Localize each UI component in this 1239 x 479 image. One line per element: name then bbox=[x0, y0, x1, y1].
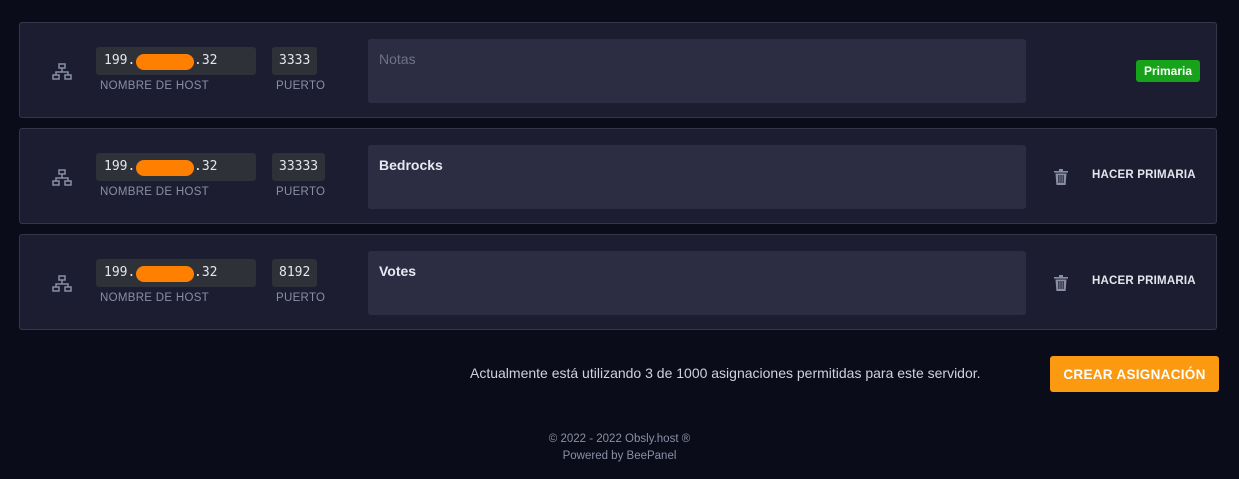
host-prefix: 199. bbox=[104, 53, 136, 68]
network-icon bbox=[52, 169, 72, 186]
allocation-row-1: 199. .32 3333 NOMBRE DE HOST PUERTO Nota… bbox=[19, 22, 1217, 118]
port-field[interactable]: 3333 bbox=[272, 47, 318, 75]
port-label: PUERTO bbox=[276, 292, 326, 304]
redaction-mark bbox=[136, 160, 194, 176]
host-label: NOMBRE DE HOST bbox=[100, 186, 209, 198]
port-field[interactable]: 33333 bbox=[272, 153, 326, 181]
port-label: PUERTO bbox=[276, 186, 326, 198]
host-label: NOMBRE DE HOST bbox=[100, 80, 209, 92]
notes-input[interactable]: Notas bbox=[368, 39, 1026, 103]
host-label: NOMBRE DE HOST bbox=[100, 292, 209, 304]
notes-input[interactable]: Bedrocks bbox=[368, 145, 1026, 209]
host-suffix: .32 bbox=[194, 53, 218, 68]
host-field[interactable]: 199. .32 bbox=[96, 259, 256, 287]
trash-icon[interactable] bbox=[1054, 275, 1068, 291]
make-primary-button[interactable]: HACER PRIMARIA bbox=[1092, 275, 1196, 287]
redaction-mark bbox=[136, 266, 194, 282]
allocation-usage-text: Actualmente está utilizando 3 de 1000 as… bbox=[470, 365, 981, 381]
make-primary-button[interactable]: HACER PRIMARIA bbox=[1092, 169, 1196, 181]
port-label: PUERTO bbox=[276, 80, 326, 92]
host-prefix: 199. bbox=[104, 159, 136, 174]
network-icon bbox=[52, 63, 72, 80]
host-suffix: .32 bbox=[194, 265, 218, 280]
create-allocation-button[interactable]: CREAR ASIGNACIÓN bbox=[1050, 356, 1219, 392]
network-icon bbox=[52, 275, 72, 292]
host-field[interactable]: 199. .32 bbox=[96, 47, 256, 75]
notes-input[interactable]: Votes bbox=[368, 251, 1026, 315]
host-prefix: 199. bbox=[104, 265, 136, 280]
footer-copyright: © 2022 - 2022 Obsly.host ® bbox=[548, 433, 691, 445]
host-suffix: .32 bbox=[194, 159, 218, 174]
footer-powered-by[interactable]: Powered by BeePanel bbox=[0, 450, 1239, 462]
host-field[interactable]: 199. .32 bbox=[96, 153, 256, 181]
redaction-mark bbox=[136, 54, 194, 70]
allocation-row-3: 199. .32 8192 NOMBRE DE HOST PUERTO Vote… bbox=[19, 234, 1217, 330]
allocation-row-2: 199. .32 33333 NOMBRE DE HOST PUERTO Bed… bbox=[19, 128, 1217, 224]
primary-badge: Primaria bbox=[1135, 60, 1200, 82]
port-field[interactable]: 8192 bbox=[272, 259, 318, 287]
trash-icon[interactable] bbox=[1054, 169, 1068, 185]
